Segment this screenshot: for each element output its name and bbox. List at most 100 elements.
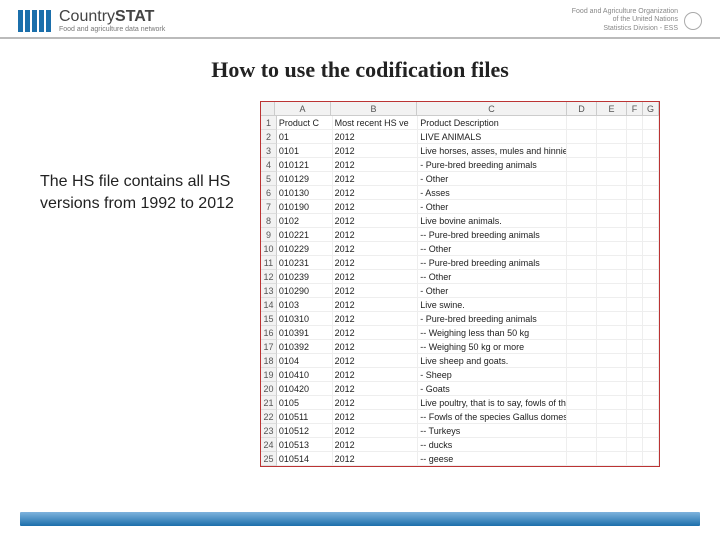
table-row: 200104202012- Goats <box>261 382 659 396</box>
org-line: of the United Nations <box>572 16 678 24</box>
table-row: 801022012Live bovine animals. <box>261 214 659 228</box>
table-row: 120102392012-- Other <box>261 270 659 284</box>
cell <box>643 242 659 256</box>
cell <box>597 158 627 172</box>
cell <box>567 144 597 158</box>
cell: Product C <box>277 116 333 130</box>
cell <box>643 200 659 214</box>
slide-title: How to use the codification files <box>0 57 720 83</box>
row-number: 21 <box>261 396 277 410</box>
cell <box>567 438 597 452</box>
cell <box>627 326 643 340</box>
cell <box>643 312 659 326</box>
cell <box>627 158 643 172</box>
row-number: 15 <box>261 312 277 326</box>
cell <box>597 438 627 452</box>
cell: 010391 <box>277 326 333 340</box>
org-info: Food and Agriculture Organization of the… <box>572 8 702 33</box>
cell <box>567 312 597 326</box>
slide-header: CountrySTAT Food and agriculture data ne… <box>0 0 720 39</box>
cell <box>567 340 597 354</box>
table-row: 220105112012-- Fowls of the species Gall… <box>261 410 659 424</box>
cell <box>643 326 659 340</box>
cell: 2012 <box>333 396 419 410</box>
table-row: 240105132012-- ducks <box>261 438 659 452</box>
cell <box>643 228 659 242</box>
cell: - Asses <box>418 186 567 200</box>
cell <box>597 200 627 214</box>
cell: -- Other <box>418 270 567 284</box>
cell <box>567 368 597 382</box>
cell <box>567 354 597 368</box>
row-number: 4 <box>261 158 277 172</box>
cell: 010410 <box>277 368 333 382</box>
cell <box>567 396 597 410</box>
cell <box>643 368 659 382</box>
brand-stat: STAT <box>115 8 154 25</box>
cell <box>627 354 643 368</box>
cell <box>597 452 627 466</box>
cell <box>597 396 627 410</box>
cell <box>643 172 659 186</box>
cell <box>627 396 643 410</box>
cell: 010392 <box>277 340 333 354</box>
cell <box>627 200 643 214</box>
table-row: 2101052012Live poultry, that is to say, … <box>261 396 659 410</box>
row-number: 14 <box>261 298 277 312</box>
cell <box>597 144 627 158</box>
row-number: 8 <box>261 214 277 228</box>
cell <box>597 424 627 438</box>
cell <box>567 256 597 270</box>
table-row: 50101292012- Other <box>261 172 659 186</box>
cell: -- Other <box>418 242 567 256</box>
brand: CountrySTAT Food and agriculture data ne… <box>18 8 165 33</box>
cell: Product Description <box>418 116 567 130</box>
cell <box>597 354 627 368</box>
cell <box>643 410 659 424</box>
cell <box>643 256 659 270</box>
cell <box>567 116 597 130</box>
cell: 01 <box>277 130 333 144</box>
row-number: 6 <box>261 186 277 200</box>
cell <box>597 312 627 326</box>
cell: 010290 <box>277 284 333 298</box>
cell: 2012 <box>333 354 419 368</box>
col-header: E <box>597 102 627 116</box>
table-row: 150103102012- Pure-bred breeding animals <box>261 312 659 326</box>
cell: 010514 <box>277 452 333 466</box>
cell: 010129 <box>277 172 333 186</box>
cell <box>567 452 597 466</box>
cell <box>643 424 659 438</box>
cell <box>567 298 597 312</box>
cell: 2012 <box>333 326 419 340</box>
table-row: 230105122012-- Turkeys <box>261 424 659 438</box>
cell <box>627 228 643 242</box>
cell: 0102 <box>277 214 333 228</box>
cell <box>597 340 627 354</box>
table-row: 130102902012- Other <box>261 284 659 298</box>
cell <box>643 340 659 354</box>
cell: 010130 <box>277 186 333 200</box>
footer-bar <box>20 512 700 526</box>
cell <box>597 270 627 284</box>
cell <box>627 452 643 466</box>
table-row: 70101902012- Other <box>261 200 659 214</box>
cell <box>597 382 627 396</box>
cell: -- Fowls of the species Gallus domesticu… <box>418 410 567 424</box>
cell: - Pure-bred breeding animals <box>418 158 567 172</box>
cell: 2012 <box>333 424 419 438</box>
cell: 010420 <box>277 382 333 396</box>
cell: 0101 <box>277 144 333 158</box>
cell: -- Turkeys <box>418 424 567 438</box>
cell: 010231 <box>277 256 333 270</box>
cell <box>567 186 597 200</box>
cell: - Other <box>418 172 567 186</box>
cell <box>567 130 597 144</box>
cell: 2012 <box>333 438 419 452</box>
cell: 010239 <box>277 270 333 284</box>
cell: 2012 <box>333 200 419 214</box>
org-line: Statistics Division - ESS <box>572 25 678 33</box>
cell <box>643 270 659 284</box>
cell <box>643 284 659 298</box>
cell <box>567 270 597 284</box>
